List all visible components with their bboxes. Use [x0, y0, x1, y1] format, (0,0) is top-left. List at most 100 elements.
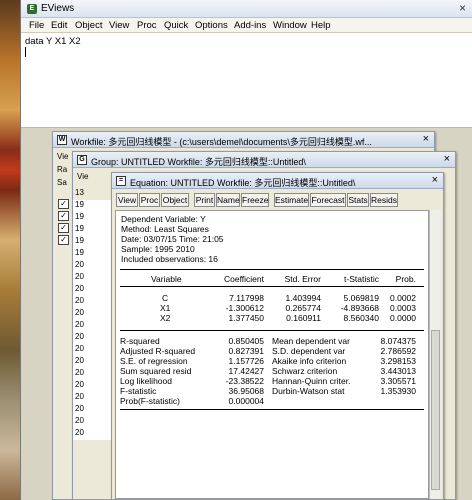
col-variable: Variable [151, 274, 182, 284]
vertical-scrollbar[interactable] [429, 210, 441, 499]
watermark: Baidu 经验 jingyan.baidu.com [360, 452, 426, 478]
menu-proc[interactable]: Proc [137, 20, 157, 31]
object-checkbox-icon[interactable]: ✓ [58, 211, 69, 221]
coef-std-error: 0.160911 [286, 313, 321, 323]
stat-value: 0.000004 [228, 396, 264, 406]
coef-t-stat: -4.893668 [340, 303, 379, 313]
group-row: 20 [73, 296, 113, 308]
coef-std-error: 0.265774 [285, 303, 321, 313]
group-row: 20 [73, 368, 113, 380]
group-row-list: 13 19 19 19 19 19 20 20 20 20 20 20 20 2… [73, 188, 113, 440]
equation-icon: = [116, 176, 126, 186]
group-row: 20 [73, 332, 113, 344]
menu-window[interactable]: Window [273, 20, 307, 31]
workfile-close-icon[interactable]: × [423, 133, 429, 145]
resids-button[interactable]: Resids [370, 193, 398, 207]
freeze-button[interactable]: Freeze [241, 193, 269, 207]
menu-file[interactable]: File [29, 20, 44, 31]
group-row: 19 [73, 224, 113, 236]
app-title: EViews [41, 3, 75, 14]
group-row: 20 [73, 392, 113, 404]
stat-label: F-statistic [120, 386, 157, 396]
menu-quick[interactable]: Quick [164, 20, 188, 31]
coef-std-error: 1.403994 [285, 293, 321, 303]
header-line: Sample: 1995 2010 [121, 244, 195, 254]
divider [120, 286, 424, 287]
coef-variable: X2 [160, 313, 171, 323]
stat-label: Sum squared resid [120, 366, 192, 376]
menu-help[interactable]: Help [311, 20, 331, 31]
equation-titlebar[interactable]: = Equation: UNTITLED Workfile: 多元回归线模型::… [112, 173, 443, 189]
forecast-button[interactable]: Forecast [310, 193, 346, 207]
print-button[interactable]: Print [194, 193, 215, 207]
stat-label: Durbin-Watson stat [272, 386, 345, 396]
group-icon: G [77, 155, 87, 165]
stat-value: 8.074375 [380, 336, 416, 346]
group-row: 19 [73, 236, 113, 248]
group-row: 13 [75, 188, 84, 197]
workfile-icon: W [57, 135, 67, 145]
menu-options[interactable]: Options [195, 20, 228, 31]
equation-close-icon[interactable]: × [432, 174, 438, 186]
menu-addins[interactable]: Add-ins [234, 20, 266, 31]
coef-variable: C [162, 293, 169, 303]
menu-object[interactable]: Object [75, 20, 102, 31]
group-row: 19 [73, 248, 113, 260]
stat-label: R-squared [120, 336, 160, 346]
group-titlebar[interactable]: G Group: UNTITLED Workfile: 多元回归线模型::Unt… [73, 152, 455, 168]
app-titlebar: E EViews × [21, 0, 472, 18]
stats-button[interactable]: Stats [347, 193, 369, 207]
col-t-statistic: t-Statistic [344, 274, 379, 284]
stat-value: 36.95068 [228, 386, 264, 396]
stat-value: -23.38522 [225, 376, 264, 386]
group-row: 20 [73, 284, 113, 296]
menu-view[interactable]: View [109, 20, 129, 31]
group-row: 20 [73, 356, 113, 368]
coef-t-stat: 5.069819 [343, 293, 379, 303]
object-checkbox-icon[interactable]: ✓ [58, 199, 69, 209]
watermark-url: jingyan.baidu.com [360, 471, 417, 478]
header-line: Method: Least Squares [121, 224, 209, 234]
stat-label: S.E. of regression [120, 356, 188, 366]
header-line: Included observations: 16 [121, 254, 218, 264]
command-window[interactable]: data Y X1 X2 [21, 33, 472, 128]
menu-edit[interactable]: Edit [51, 20, 67, 31]
coef-variable: X1 [160, 303, 171, 313]
stat-value: 3.298153 [380, 356, 416, 366]
workfile-titlebar[interactable]: W Workfile: 多元回归线模型 - (c:\users\demel\do… [53, 132, 434, 148]
stat-label: S.D. dependent var [272, 346, 346, 356]
stat-value: 3.443013 [380, 366, 416, 376]
group-close-icon[interactable]: × [444, 153, 450, 165]
divider [120, 409, 424, 410]
coef-prob: 0.0003 [390, 303, 416, 313]
stat-label: Schwarz criterion [272, 366, 338, 376]
stat-value: 3.305571 [380, 376, 416, 386]
stat-value: 1.157726 [228, 356, 264, 366]
object-checkbox-icon[interactable]: ✓ [58, 223, 69, 233]
group-row: 20 [73, 416, 113, 428]
estimate-button[interactable]: Estimate [274, 193, 309, 207]
divider [120, 330, 424, 331]
equation-title: Equation: UNTITLED Workfile: 多元回归线模型::Un… [130, 178, 356, 188]
object-checkbox-icon[interactable]: ✓ [58, 235, 69, 245]
coef-prob: 0.0002 [390, 293, 416, 303]
group-row: 20 [73, 260, 113, 272]
scrollbar-thumb[interactable] [431, 330, 440, 490]
object-button[interactable]: Object [161, 193, 189, 207]
desktop-background [0, 0, 20, 500]
stat-value: 17.42427 [228, 366, 264, 376]
name-button[interactable]: Name [216, 193, 240, 207]
command-text: data Y X1 X2 [25, 36, 81, 47]
proc-button[interactable]: Proc [139, 193, 160, 207]
view-button[interactable]: View [116, 193, 138, 207]
eviews-logo-icon: E [27, 4, 37, 14]
coef-value: 7.117998 [229, 293, 264, 303]
stat-label: Prob(F-statistic) [120, 396, 180, 406]
header-line: Date: 03/07/15 Time: 21:05 [121, 234, 224, 244]
app-close-icon[interactable]: × [459, 1, 466, 15]
group-row: 20 [73, 380, 113, 392]
menu-bar: File Edit Object View Proc Quick Options… [21, 18, 472, 33]
equation-window[interactable]: = Equation: UNTITLED Workfile: 多元回归线模型::… [111, 172, 444, 500]
group-view-tab[interactable]: Vie [77, 172, 88, 181]
stat-value: 0.827391 [228, 346, 264, 356]
